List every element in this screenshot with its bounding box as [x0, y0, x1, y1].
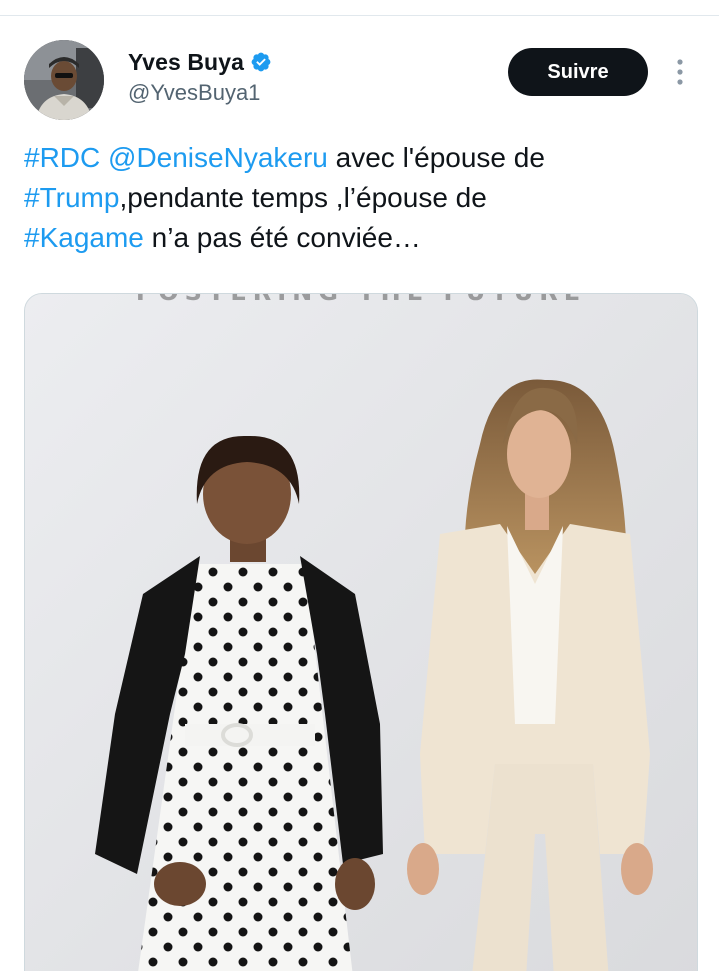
hashtag-kagame[interactable]: #Kagame	[24, 222, 144, 253]
author-avatar[interactable]	[24, 40, 104, 120]
tweet-text-segment: avec l'épouse de	[327, 142, 545, 173]
more-vertical-icon	[677, 59, 683, 85]
top-divider	[0, 15, 719, 16]
tweet-photo[interactable]: FOSTERING THE FUTURE	[24, 293, 698, 971]
tweet-text-segment: ,pendante temps ,l’épouse de	[119, 182, 487, 213]
more-options-button[interactable]	[664, 56, 696, 88]
tweet-page: Yves Buya @YvesBuya1 Suivre #RDC @Denise…	[0, 0, 719, 971]
tweet-text-segment: n’a pas été conviée…	[143, 222, 421, 253]
follow-button[interactable]: Suivre	[508, 48, 648, 96]
photo-banner-text: FOSTERING THE FUTURE	[25, 294, 697, 306]
mention-denise-nyakeru[interactable]: @DeniseNyakeru	[108, 142, 328, 173]
author-info[interactable]: Yves Buya @YvesBuya1	[128, 46, 272, 106]
tweet-text: #RDC @DeniseNyakeru avec l'épouse de #Tr…	[24, 138, 684, 258]
author-name-row: Yves Buya	[128, 46, 272, 78]
photo-illustration	[25, 294, 697, 971]
author-handle[interactable]: @YvesBuya1	[128, 80, 272, 106]
hashtag-rdc[interactable]: #RDC	[24, 142, 100, 173]
author-display-name[interactable]: Yves Buya	[128, 49, 244, 76]
hashtag-trump[interactable]: #Trump	[24, 182, 119, 213]
avatar-photo	[24, 40, 104, 120]
verified-badge-icon	[250, 51, 272, 73]
tweet-text-segment	[100, 142, 108, 173]
